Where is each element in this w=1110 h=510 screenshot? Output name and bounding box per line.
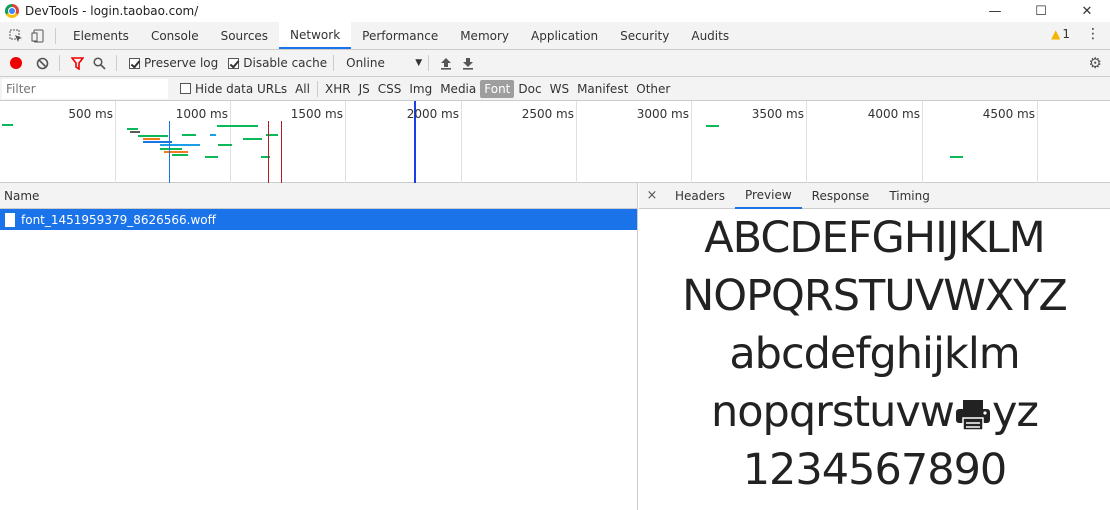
tab-headers[interactable]: Headers [665,183,735,209]
timeline-tick: 1000 ms [175,107,228,121]
tab-preview[interactable]: Preview [734,183,802,209]
type-filter-doc[interactable]: Doc [514,80,545,98]
tab-elements[interactable]: Elements [62,22,140,49]
toolbar-divider [333,55,335,71]
filter-bar: Hide data URLs All XHR JS CSS Img Media … [0,77,1110,101]
network-overview[interactable]: 500 ms 1000 ms 1500 ms 2000 ms 2500 ms 3… [0,101,1110,183]
printer-glyph-icon [955,399,990,431]
type-filter-img[interactable]: Img [405,80,436,98]
throttling-select[interactable]: Online ▼ [346,56,422,70]
request-detail-pane: × Headers Preview Response Timing ABCDEF… [639,183,1110,510]
hide-data-urls-check[interactable] [180,83,191,94]
type-filter-media[interactable]: Media [436,80,480,98]
timeline-tick: 3500 ms [751,107,804,121]
timeline-tick: 3000 ms [636,107,689,121]
chrome-logo-icon [5,4,19,18]
preserve-log-checkbox[interactable]: Preserve log [129,56,218,70]
preview-uppercase-2: NOPQRSTUVWXYZ [682,271,1068,321]
filter-input[interactable] [2,78,168,99]
timeline-tick: 1500 ms [290,107,343,121]
network-toolbar: Preserve log Disable cache Online ▼ [0,50,1110,77]
preserve-log-label: Preserve log [144,56,219,70]
export-har-icon[interactable] [457,57,479,70]
type-filter-other[interactable]: Other [632,80,674,98]
preserve-log-check[interactable] [129,57,140,69]
timeline-tick: 4500 ms [982,107,1035,121]
type-filter-font[interactable]: Font [480,79,515,98]
disable-cache-check[interactable] [228,57,240,69]
toolbar-divider [55,27,56,44]
disable-cache-checkbox[interactable]: Disable cache [228,56,327,70]
warning-icon: ▲ [1051,27,1061,41]
request-row[interactable]: font_1451959379_8626566.woff [0,209,637,230]
tab-audits[interactable]: Audits [680,22,740,49]
devtools-tabbar: Elements Console Sources Network Perform… [0,22,1110,50]
name-column-label: Name [4,188,40,203]
preview-lowercase-2-suffix: yz [991,387,1039,437]
close-detail-icon[interactable]: × [639,188,665,203]
warnings-count: 1 [1062,27,1070,41]
close-window-button[interactable]: ✕ [1064,0,1110,22]
name-column-header[interactable]: Name [0,183,637,209]
hide-data-urls-checkbox[interactable]: Hide data URLs [180,82,287,96]
window-title: DevTools - login.taobao.com/ [25,4,199,18]
type-filter-manifest[interactable]: Manifest [573,80,632,98]
font-preview: ABCDEFGHIJKLM NOPQRSTUVWXYZ abcdefghijkl… [639,209,1110,499]
settings-gear-icon[interactable]: ⚙ [1089,54,1102,72]
hide-data-urls-label: Hide data URLs [195,81,288,96]
tab-timing[interactable]: Timing [879,183,940,209]
toolbar-divider [59,55,60,71]
timeline-tick: 4000 ms [867,107,920,121]
tab-application[interactable]: Application [520,22,609,49]
tab-sources[interactable]: Sources [210,22,279,49]
detail-tabs: × Headers Preview Response Timing [639,183,1110,209]
toolbar-divider [428,55,430,71]
toolbar-divider [116,55,117,71]
device-toolbar-icon[interactable] [27,25,49,47]
timeline-tick: 500 ms [68,107,113,121]
maximize-button[interactable]: ☐ [1018,0,1064,22]
clear-icon[interactable] [31,57,53,70]
timeline-tick: 2500 ms [521,107,574,121]
toolbar-divider [316,80,318,97]
file-icon [5,212,15,227]
preview-lowercase-2-text: nopqrstuvw [711,387,955,437]
type-filter-js[interactable]: JS [355,80,374,98]
filter-icon[interactable] [66,56,88,70]
type-filter-xhr[interactable]: XHR [321,80,355,98]
record-icon[interactable] [10,57,22,69]
search-icon[interactable] [88,56,110,70]
timeline-tick: 2000 ms [406,107,459,121]
tab-response[interactable]: Response [802,183,880,209]
throttling-value: Online [346,56,385,70]
tab-network[interactable]: Network [279,22,352,49]
import-har-icon[interactable] [435,57,457,70]
more-options-icon[interactable]: ⋮ [1086,26,1100,42]
tab-security[interactable]: Security [609,22,680,49]
tab-performance[interactable]: Performance [351,22,449,49]
tab-memory[interactable]: Memory [449,22,520,49]
type-filter-ws[interactable]: WS [546,80,573,98]
disable-cache-label: Disable cache [243,56,328,70]
requests-pane: Name font_1451959379_8626566.woff [0,183,638,510]
tab-console[interactable]: Console [140,22,210,49]
preview-digits: 1234567890 [742,445,1008,495]
request-name: font_1451959379_8626566.woff [21,212,216,227]
preview-lowercase-2: nopqrstuvw yz [639,383,1110,441]
type-filter-css[interactable]: CSS [374,80,406,98]
type-filter-all[interactable]: All [291,80,314,98]
inspect-element-icon[interactable] [5,25,27,47]
dropdown-caret-icon: ▼ [415,58,423,68]
window-titlebar: DevTools - login.taobao.com/ — ☐ ✕ [0,0,1110,22]
preview-lowercase-1: abcdefghijklm [729,329,1020,379]
window-controls: — ☐ ✕ [972,0,1110,22]
minimize-button[interactable]: — [972,0,1018,22]
warnings-counter[interactable]: ▲ 1 [1051,27,1070,41]
preview-uppercase-1: ABCDEFGHIJKLM [704,213,1045,263]
